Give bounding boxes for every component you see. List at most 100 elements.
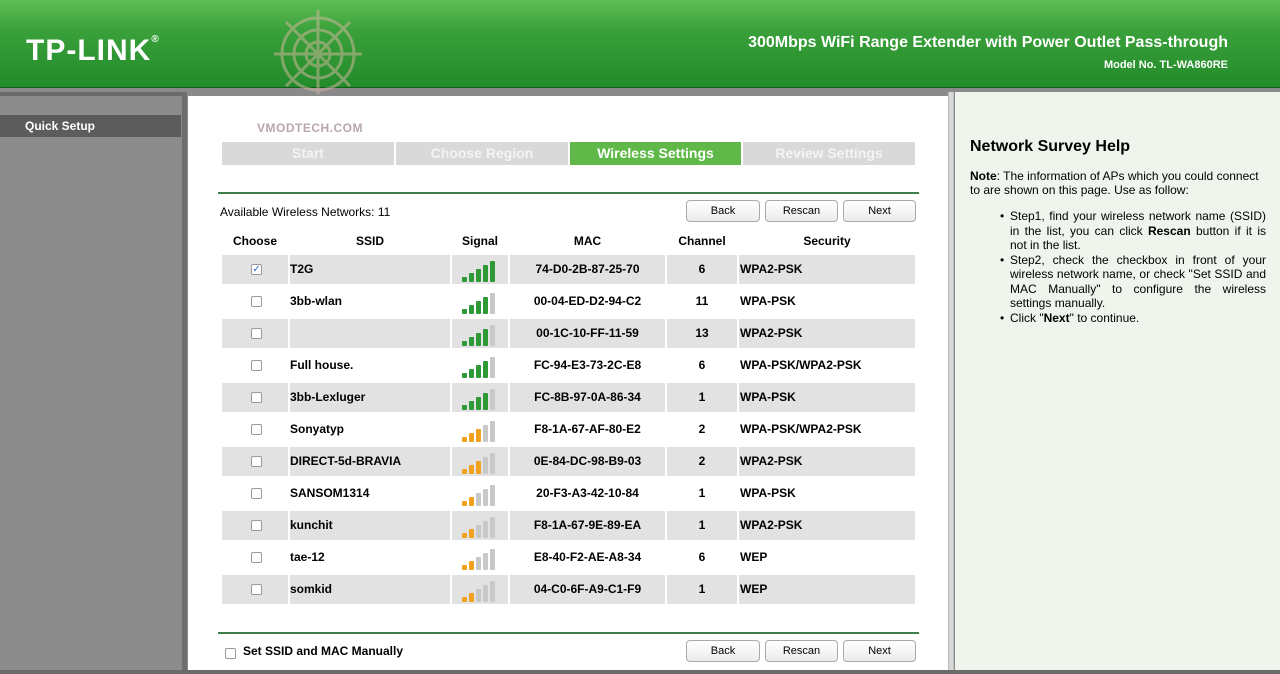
signal-bar: [462, 597, 467, 602]
column-header-mac: MAC: [573, 234, 602, 248]
signal-bar: [469, 529, 474, 538]
header-banner: TP-LINK® 300Mbps WiFi Range Extender wit…: [0, 0, 1280, 94]
column-header-choose: Choose: [232, 234, 277, 248]
signal-bar: [462, 533, 467, 538]
signal-strength-icon: [462, 514, 502, 538]
table-row[interactable]: DIRECT-5d-BRAVIA 0E-84-DC-98-B9-03 2 WPA2-P…: [222, 447, 915, 476]
network-ssid: T2G: [290, 262, 314, 276]
signal-bar: [490, 293, 495, 314]
table-row[interactable]: tae-12 E8-40-F2-AE-A8-34 6 WEP: [222, 543, 915, 572]
step-review-settings: Review Settings: [743, 142, 915, 165]
signal-bar: [490, 357, 495, 378]
network-security: WPA2-PSK: [740, 518, 803, 532]
table-row[interactable]: Full house. FC-94-E3-73-2C-E8 6 WPA-PSK/WPA…: [222, 351, 915, 380]
table-row[interactable]: ✓ T2G 74-D0-2B-87-25-70 6 WPA2-PSK: [222, 255, 915, 284]
signal-bar: [476, 557, 481, 570]
column-header-channel: Channel: [678, 234, 726, 248]
available-networks-count: Available Wireless Networks: 11: [220, 205, 391, 219]
network-select-checkbox[interactable]: [251, 584, 262, 595]
network-select-checkbox[interactable]: [251, 296, 262, 307]
network-channel: 2: [698, 422, 706, 436]
network-select-checkbox[interactable]: [251, 456, 262, 467]
table-row[interactable]: 3bb-Lexluger FC-8B-97-0A-86-34 1 WPA-PSK: [222, 383, 915, 412]
network-select-checkbox[interactable]: [251, 424, 262, 435]
help-title: Network Survey Help: [970, 138, 1131, 155]
signal-bar: [462, 469, 467, 474]
table-row[interactable]: 00-1C-10-FF-11-59 13 WPA2-PSK: [222, 319, 915, 348]
signal-bar: [462, 309, 467, 314]
column-separator: [737, 479, 739, 508]
signal-bar: [476, 461, 481, 474]
table-row[interactable]: 3bb-wlan 00-04-ED-D2-94-C2 11 WPA-PSK: [222, 287, 915, 316]
network-channel: 6: [698, 262, 706, 276]
network-security: WEP: [740, 550, 768, 564]
signal-bar: [490, 549, 495, 570]
signal-bar: [483, 393, 488, 410]
signal-bar: [476, 429, 481, 442]
signal-bar: [462, 373, 467, 378]
signal-bar: [483, 553, 488, 570]
table-row[interactable]: kunchit F8-1A-67-9E-89-EA 1 WPA2-PSK: [222, 511, 915, 540]
table-row[interactable]: somkid 04-C0-6F-A9-C1-F9 1 WEP: [222, 575, 915, 604]
column-separator: [450, 319, 452, 348]
column-separator: [450, 447, 452, 476]
signal-bar: [490, 581, 495, 602]
column-separator: [737, 351, 739, 380]
network-mac: F8-1A-67-9E-89-EA: [533, 518, 642, 532]
signal-bar: [483, 265, 488, 282]
network-select-checkbox[interactable]: [251, 552, 262, 563]
column-separator: [737, 575, 739, 604]
network-select-checkbox[interactable]: [251, 328, 262, 339]
network-security: WPA2-PSK: [740, 326, 803, 340]
column-separator: [450, 383, 452, 412]
network-ssid: somkid: [290, 582, 333, 596]
column-separator: [737, 543, 739, 572]
next-button[interactable]: Next: [843, 200, 916, 222]
column-separator: [737, 383, 739, 412]
column-separator: [450, 255, 452, 284]
help-note: Note: The information of APs which you c…: [970, 169, 1259, 197]
signal-bar: [490, 389, 495, 410]
back-button-bottom[interactable]: Back: [686, 640, 760, 662]
network-security: WEP: [740, 582, 768, 596]
column-header-signal: Signal: [461, 234, 498, 248]
table-row[interactable]: Sonyatyp F8-1A-67-AF-80-E2 2 WPA-PSK/WPA2-P…: [222, 415, 915, 444]
network-select-checkbox[interactable]: [251, 520, 262, 531]
signal-bar: [476, 525, 481, 538]
network-ssid: kunchit: [290, 518, 333, 532]
column-separator: [450, 543, 452, 572]
signal-strength-icon: [462, 354, 502, 378]
network-select-checkbox[interactable]: ✓: [251, 264, 262, 275]
network-mac: 00-1C-10-FF-11-59: [536, 326, 639, 340]
table-row[interactable]: SANSOM1314 20-F3-A3-42-10-84 1 WPA-PSK: [222, 479, 915, 508]
column-separator: [450, 351, 452, 380]
signal-bar: [462, 565, 467, 570]
network-select-checkbox[interactable]: [251, 488, 262, 499]
column-separator: [450, 511, 452, 540]
rescan-button[interactable]: Rescan: [765, 200, 838, 222]
set-ssid-mac-manually-checkbox[interactable]: [225, 648, 236, 659]
network-select-checkbox[interactable]: [251, 392, 262, 403]
signal-bar: [490, 261, 495, 282]
network-mac: FC-8B-97-0A-86-34: [534, 390, 641, 404]
next-button-bottom[interactable]: Next: [843, 640, 916, 662]
network-channel: 1: [698, 518, 706, 532]
signal-bar: [469, 337, 474, 346]
rescan-button-bottom[interactable]: Rescan: [765, 640, 838, 662]
back-button[interactable]: Back: [686, 200, 760, 222]
signal-bar: [476, 365, 481, 378]
signal-strength-icon: [462, 450, 502, 474]
divider-top: [218, 192, 919, 194]
network-select-checkbox[interactable]: [251, 360, 262, 371]
signal-strength-icon: [462, 322, 502, 346]
network-mac: 00-04-ED-D2-94-C2: [533, 294, 642, 308]
signal-strength-icon: [462, 258, 502, 282]
signal-bar: [469, 433, 474, 442]
network-ssid: SANSOM1314: [290, 486, 370, 500]
signal-bar: [490, 485, 495, 506]
sidebar-item-quick-setup[interactable]: Quick Setup: [0, 115, 181, 137]
signal-strength-icon: [462, 578, 502, 602]
signal-bar: [476, 397, 481, 410]
signal-bar: [469, 369, 474, 378]
signal-bar: [476, 333, 481, 346]
